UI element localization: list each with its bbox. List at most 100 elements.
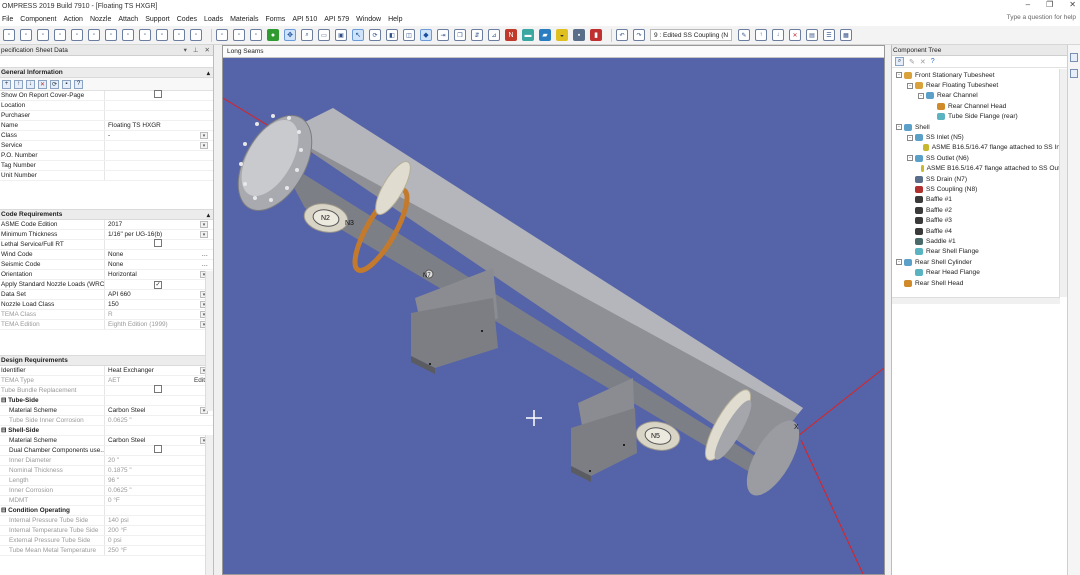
tree-node[interactable]: ASME B16.5/16.47 flange attached to SS I… [892, 143, 1067, 153]
expand-toggle-icon[interactable]: - [896, 124, 902, 131]
tree-node[interactable]: - Front Stationary Tubesheet [892, 70, 1067, 80]
zoom-extents-icon[interactable]: ▣ [335, 29, 347, 41]
pan-icon[interactable]: ✥ [284, 29, 296, 41]
refresh-icon[interactable]: ⟳ [50, 79, 59, 89]
redo-icon[interactable]: ↷ [633, 29, 645, 41]
property-value[interactable]: - [105, 131, 200, 141]
tree-node[interactable]: Baffle #2 [892, 205, 1067, 215]
tree-node[interactable]: Baffle #1 [892, 195, 1067, 205]
tubesheet-icon[interactable]: ▫ [105, 29, 117, 41]
property-row[interactable]: MDMT 0 °F [0, 496, 213, 506]
property-row[interactable]: Inner Diameter 20 " [0, 456, 213, 466]
pencil-icon[interactable]: ✎ [909, 58, 915, 66]
property-row[interactable]: TEMA Edition Eighth Edition (1999) ▾ [0, 320, 213, 330]
tree-node[interactable]: - Rear Shell Cylinder [892, 257, 1067, 267]
property-row[interactable]: Orientation Horizontal ▾ [0, 270, 213, 280]
property-row[interactable]: TEMA Class R ▾ [0, 310, 213, 320]
print-icon[interactable]: ▫ [190, 29, 202, 41]
property-row[interactable]: Nozzle Load Class 150 ▾ [0, 300, 213, 310]
menu-action[interactable]: Action [61, 16, 87, 23]
tree-node[interactable]: SS Coupling (N8) [892, 184, 1067, 194]
menu-api510[interactable]: API 510 [290, 16, 322, 23]
delete-nozzle-icon[interactable]: N [505, 29, 517, 41]
tree-node[interactable]: Rear Channel Head [892, 101, 1067, 111]
edit-button[interactable]: Edit [194, 377, 205, 384]
tree-node[interactable]: - Shell [892, 122, 1067, 132]
ellipsis-button[interactable]: … [202, 251, 208, 258]
property-value[interactable]: None [105, 260, 202, 270]
remove-icon[interactable]: ✕ [38, 79, 47, 89]
menu-forms[interactable]: Forms [263, 16, 290, 23]
dropdown-arrow-icon[interactable]: ▾ [200, 231, 208, 238]
3d-canvas[interactable]: N2 N3 N7 N5 X [223, 58, 884, 574]
property-row[interactable]: ⊟ Condition Operating [0, 506, 213, 516]
property-value[interactable]: R [105, 310, 200, 320]
blue-part-icon[interactable]: ▰ [539, 29, 551, 41]
head-icon[interactable]: ▫ [54, 29, 66, 41]
checkbox[interactable] [154, 89, 162, 98]
tree-node[interactable]: ASME B16.5/16.47 flange attached to SS O… [892, 164, 1067, 174]
menu-codes[interactable]: Codes [175, 16, 202, 23]
property-value[interactable]: 0.0625 " [105, 486, 213, 496]
menu-component[interactable]: Component [18, 16, 61, 23]
ruler-icon[interactable]: ⊿ [488, 29, 500, 41]
output-icon[interactable]: ▫ [250, 29, 262, 41]
property-value[interactable]: 0 psi [105, 536, 213, 546]
property-row[interactable]: Purchaser [0, 111, 213, 121]
properties-icon[interactable]: ▤ [806, 29, 818, 41]
property-row[interactable]: Internal Temperature Tube Side 200 °F [0, 526, 213, 536]
help-search-input[interactable]: Type a question for help [1007, 14, 1076, 21]
property-row[interactable]: Tube Bundle Replacement [0, 384, 213, 396]
property-value[interactable]: 0 °F [105, 496, 213, 506]
dropdown-arrow-icon[interactable]: ▾ [200, 142, 208, 149]
property-row[interactable]: Tube Mean Metal Temperature 250 °F [0, 546, 213, 556]
expansion-joint-icon[interactable]: ▫ [122, 29, 134, 41]
menu-help[interactable]: Help [386, 16, 407, 23]
tree-node[interactable]: - Rear Floating Tubesheet [892, 80, 1067, 90]
tree-scrollbar[interactable] [1059, 69, 1067, 297]
property-value[interactable]: 2017 [105, 220, 200, 230]
property-row[interactable]: Nominal Thickness 0.1875 " [0, 466, 213, 476]
disk-icon[interactable]: ▦ [840, 29, 852, 41]
group-label[interactable]: ⊟ Tube-Side [0, 396, 105, 405]
red-part-icon[interactable]: ▮ [590, 29, 602, 41]
menu-file[interactable]: File [0, 16, 18, 23]
property-row[interactable]: Apply Standard Nozzle Loads (WRC) ✓ [0, 280, 213, 290]
report-icon[interactable]: ▫ [216, 29, 228, 41]
property-value[interactable]: Carbon Steel [105, 406, 200, 416]
render-icon[interactable]: ◧ [386, 29, 398, 41]
expand-toggle-icon[interactable]: - [918, 92, 924, 99]
property-row[interactable]: External Pressure Tube Side 0 psi [0, 536, 213, 546]
expand-toggle-icon[interactable]: - [896, 72, 902, 79]
move-up-icon[interactable]: ↑ [755, 29, 767, 41]
tree-node[interactable]: - SS Inlet (N5) [892, 132, 1067, 142]
pin-icon[interactable]: ⊥ [193, 46, 199, 54]
tree-node[interactable]: SS Drain (N7) [892, 174, 1067, 184]
property-value[interactable]: 200 °F [105, 526, 213, 536]
property-row[interactable]: Location [0, 101, 213, 111]
undo-icon[interactable]: ↶ [616, 29, 628, 41]
dropdown-arrow-icon[interactable]: ▾ [200, 221, 208, 228]
highlight-icon[interactable]: ◆ [420, 29, 432, 41]
property-value[interactable]: 140 psi [105, 516, 213, 526]
collapse-icon[interactable]: ▴ [207, 69, 210, 77]
save-icon[interactable]: ▫ [173, 29, 185, 41]
property-row[interactable]: Show On Report Cover-Page [0, 89, 213, 101]
tree-node[interactable]: Rear Shell Head [892, 278, 1067, 288]
checkbox[interactable] [154, 384, 162, 393]
dropdown-arrow-icon[interactable]: ▾ [200, 132, 208, 139]
rotate-icon[interactable]: ⟳ [369, 29, 381, 41]
tree-node[interactable]: Rear Shell Flange [892, 247, 1067, 257]
search-icon[interactable]: ⌕ [895, 57, 904, 66]
property-value[interactable]: 96 " [105, 476, 213, 486]
tree-node[interactable]: - Rear Channel [892, 91, 1067, 101]
checkbox[interactable]: ✓ [154, 280, 162, 289]
cone-icon[interactable]: ▫ [37, 29, 49, 41]
menu-nozzle[interactable]: Nozzle [88, 16, 116, 23]
property-row[interactable]: ⊟ Shell-Side [0, 426, 213, 436]
close-button[interactable]: ✕ [1069, 0, 1076, 9]
analyze-icon[interactable]: ▫ [233, 29, 245, 41]
section-general-information[interactable]: General Information ▴ [0, 67, 213, 78]
expand-toggle-icon[interactable]: - [907, 134, 913, 141]
collapse-icon[interactable]: ▴ [207, 211, 210, 219]
